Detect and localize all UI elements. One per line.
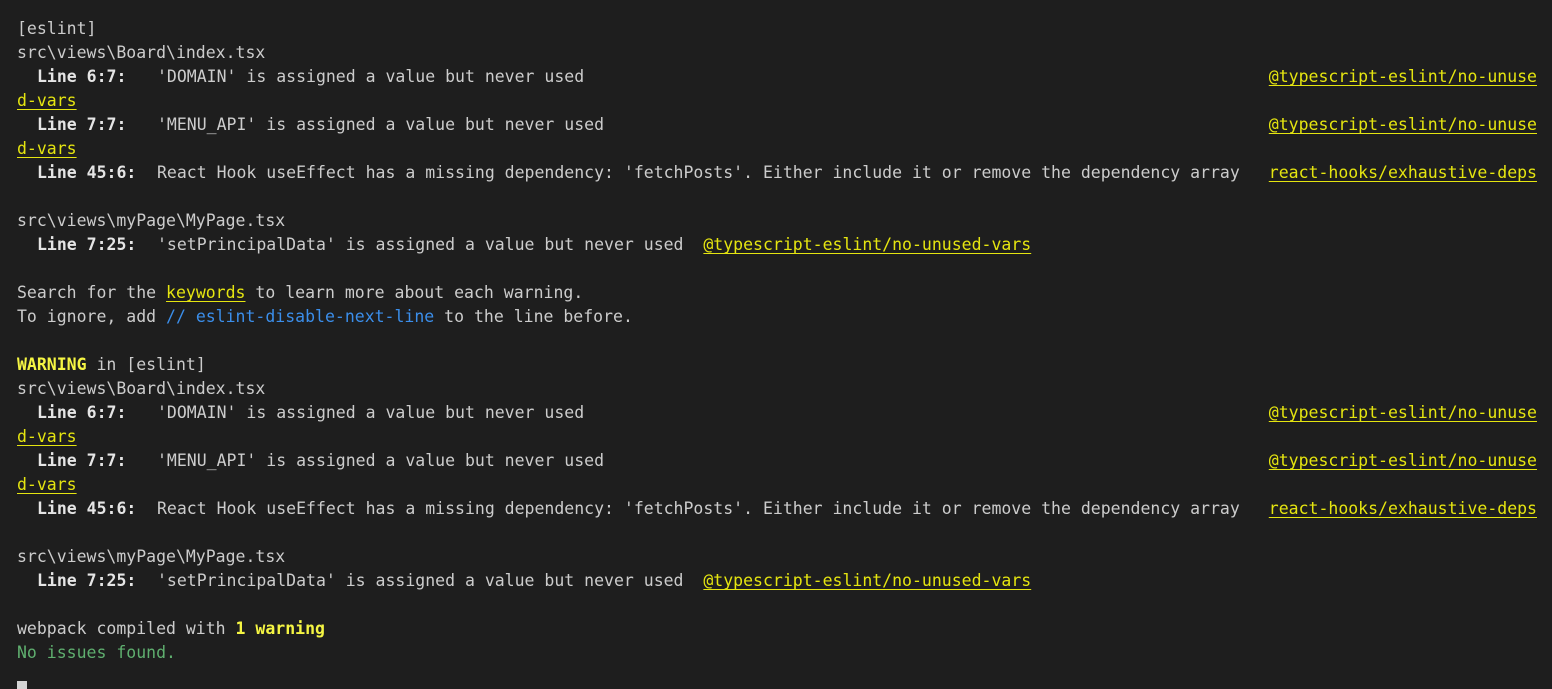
typecheck-status: No issues found. — [17, 641, 1542, 665]
keywords-link[interactable]: keywords — [166, 283, 245, 302]
warning-line-wrap: d-vars — [17, 473, 1542, 497]
ignore-hint-post: to the line before. — [434, 307, 633, 326]
line-location: Line 7:7: — [37, 115, 127, 134]
rule-link[interactable]: @typescript-eslint/no-unuse — [1269, 401, 1537, 425]
compile-status-text: webpack compiled with — [17, 619, 236, 638]
line-location: Line 7:25: — [37, 571, 137, 590]
ignore-hint: To ignore, add // eslint-disable-next-li… — [17, 305, 1542, 329]
terminal-output[interactable]: [eslint] src\views\Board\index.tsx Line … — [17, 17, 1542, 689]
rule-link-wrap[interactable]: d-vars — [17, 139, 77, 158]
warning-header: WARNING in [eslint] — [17, 353, 1542, 377]
warning-line-wrap: d-vars — [17, 137, 1542, 161]
rule-link-wrap[interactable]: d-vars — [17, 475, 77, 494]
rule-link[interactable]: react-hooks/exhaustive-deps — [1269, 497, 1537, 521]
rule-link-wrap[interactable]: d-vars — [17, 427, 77, 446]
warning-label: WARNING — [17, 355, 87, 374]
search-hint-post: to learn more about each warning. — [245, 283, 584, 302]
warning-message: 'setPrincipalData' is assigned a value b… — [157, 571, 684, 590]
rule-link[interactable]: @typescript-eslint/no-unuse — [1269, 65, 1537, 89]
file-path-text: src\views\Board\index.tsx — [17, 379, 266, 398]
warning-message: 'MENU_API' is assigned a value but never… — [157, 451, 605, 470]
warning-line: Line 6:7: 'DOMAIN' is assigned a value bu… — [17, 65, 1542, 89]
warning-message: React Hook useEffect has a missing depen… — [157, 163, 1240, 182]
warning-header-rest: in [eslint] — [86, 355, 206, 374]
typecheck-status-text: No issues found. — [17, 643, 176, 662]
warning-line: Line 7:7: 'MENU_API' is assigned a value … — [17, 113, 1542, 137]
warning-line-wrap: d-vars — [17, 425, 1542, 449]
warning-line: Line 6:7: 'DOMAIN' is assigned a value bu… — [17, 401, 1542, 425]
file-path-text: src\views\Board\index.tsx — [17, 43, 266, 62]
ignore-hint-pre: To ignore, add — [17, 307, 167, 326]
file-path: src\views\myPage\MyPage.tsx — [17, 209, 1542, 233]
warning-message: 'MENU_API' is assigned a value but never… — [157, 115, 605, 134]
line-location: Line 7:7: — [37, 451, 127, 470]
warning-count: 1 warning — [235, 619, 325, 638]
rule-link[interactable]: @typescript-eslint/no-unused-vars — [703, 571, 1031, 590]
warning-message: 'DOMAIN' is assigned a value but never u… — [157, 403, 585, 422]
rule-link-wrap[interactable]: d-vars — [17, 91, 77, 110]
warning-line: Line 45:6: React Hook useEffect has a mis… — [17, 161, 1542, 185]
eslint-header: [eslint] — [17, 17, 1542, 41]
rule-link[interactable]: react-hooks/exhaustive-deps — [1269, 161, 1537, 185]
warning-line: Line 7:7: 'MENU_API' is assigned a value … — [17, 449, 1542, 473]
warning-line-wrap: d-vars — [17, 89, 1542, 113]
line-location: Line 45:6: — [37, 499, 137, 518]
warning-line: Line 45:6: React Hook useEffect has a mis… — [17, 497, 1542, 521]
line-location: Line 6:7: — [37, 403, 127, 422]
compile-status: webpack compiled with 1 warning — [17, 617, 1542, 641]
file-path: src\views\Board\index.tsx — [17, 377, 1542, 401]
file-path-text: src\views\myPage\MyPage.tsx — [17, 211, 286, 230]
file-path-text: src\views\myPage\MyPage.tsx — [17, 547, 286, 566]
line-location: Line 6:7: — [37, 67, 127, 86]
eslint-header-text: [eslint] — [17, 19, 97, 38]
file-path: src\views\myPage\MyPage.tsx — [17, 545, 1542, 569]
rule-link[interactable]: @typescript-eslint/no-unuse — [1269, 449, 1537, 473]
search-hint: Search for the keywords to learn more ab… — [17, 281, 1542, 305]
file-path: src\views\Board\index.tsx — [17, 41, 1542, 65]
warning-message: 'setPrincipalData' is assigned a value b… — [157, 235, 684, 254]
rule-link[interactable]: @typescript-eslint/no-unuse — [1269, 113, 1537, 137]
warning-line: Line 7:25: 'setPrincipalData' is assigned… — [17, 233, 1542, 257]
warning-message: React Hook useEffect has a missing depen… — [157, 499, 1240, 518]
disable-comment: // eslint-disable-next-line — [166, 307, 435, 326]
cursor-icon — [17, 681, 27, 689]
prompt-line — [17, 665, 1542, 689]
rule-link[interactable]: @typescript-eslint/no-unused-vars — [703, 235, 1031, 254]
warning-line: Line 7:25: 'setPrincipalData' is assigned… — [17, 569, 1542, 593]
warning-message: 'DOMAIN' is assigned a value but never u… — [157, 67, 585, 86]
search-hint-pre: Search for the — [17, 283, 167, 302]
line-location: Line 45:6: — [37, 163, 137, 182]
line-location: Line 7:25: — [37, 235, 137, 254]
